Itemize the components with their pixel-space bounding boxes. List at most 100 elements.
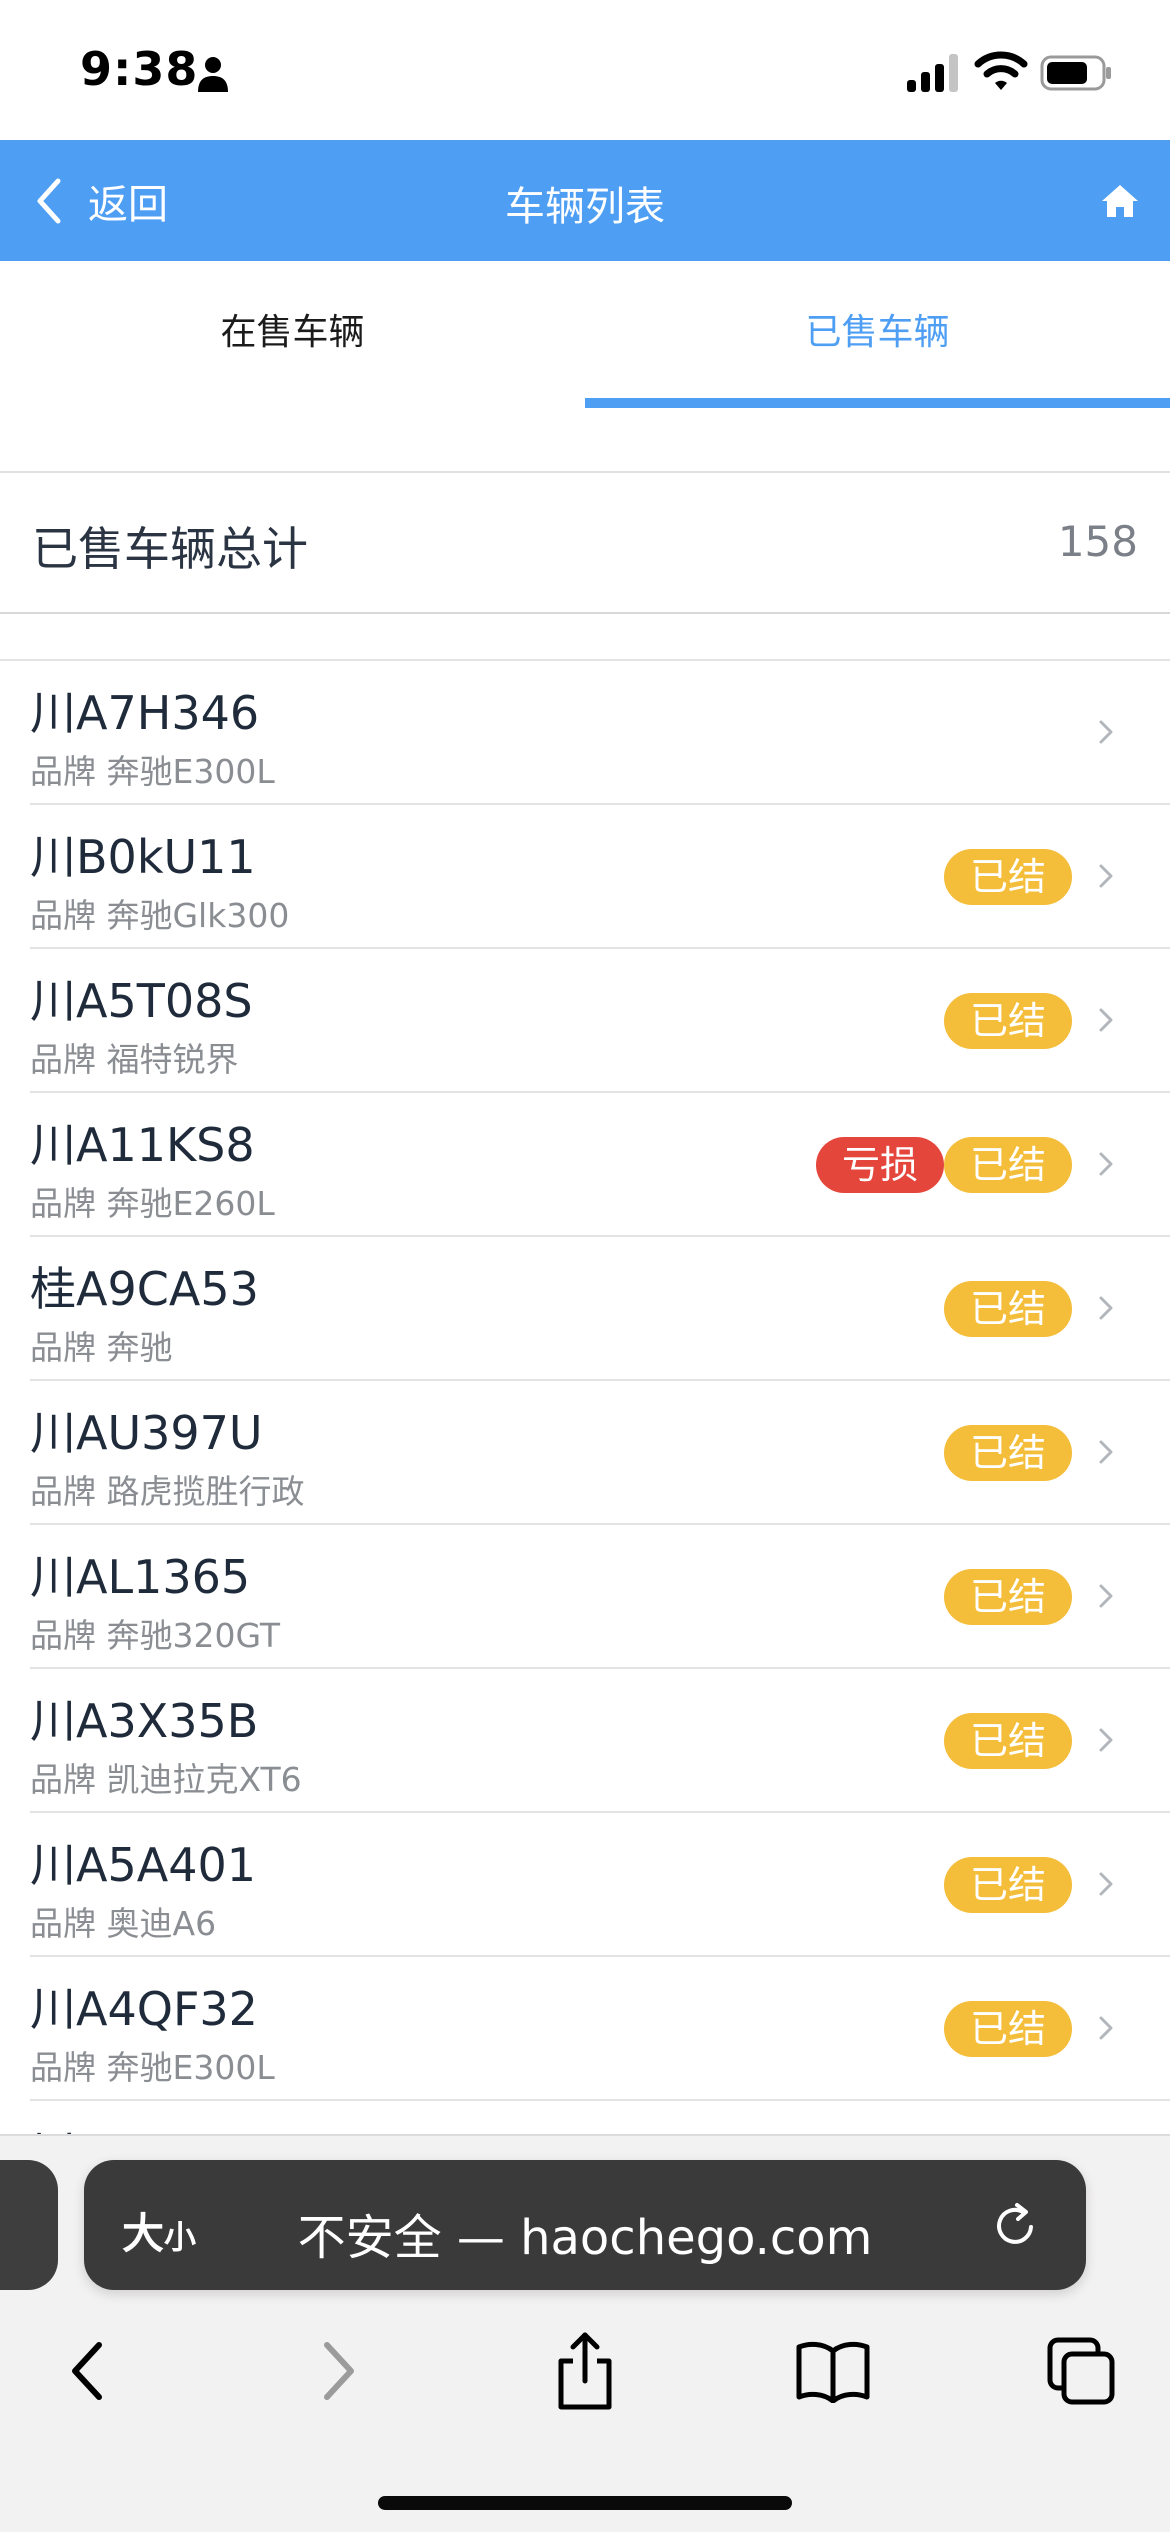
chevron-right-icon bbox=[1099, 1872, 1113, 1896]
tab-sold-label: 已售车辆 bbox=[805, 312, 950, 353]
person-icon bbox=[198, 57, 228, 92]
car-list: 川A7H346 品牌 奔驰E300L 川B0kU11 品牌 奔驰Glk300 已结 川A5… bbox=[0, 659, 1170, 2134]
car-plate: 川A4QF32 bbox=[30, 1982, 258, 2036]
car-list-item[interactable]: 川KVQ259 bbox=[30, 2101, 1170, 2134]
chevron-right-icon bbox=[1099, 1008, 1113, 1032]
car-brand: 品牌 奥迪A6 bbox=[30, 1904, 217, 1943]
status-badges: 已结 bbox=[943, 993, 1072, 1049]
address-text: 不安全 — haochego.com bbox=[297, 2210, 873, 2266]
settled-badge: 已结 bbox=[943, 1137, 1072, 1193]
tab-bar: 在售车辆 已售车辆 bbox=[0, 261, 1170, 409]
chevron-left-icon bbox=[37, 178, 61, 224]
car-brand: 品牌 奔驰Glk300 bbox=[30, 896, 290, 935]
settled-badge: 已结 bbox=[943, 1713, 1072, 1769]
car-list-item[interactable]: 桂A9CA53 品牌 奔驰 已结 bbox=[30, 1237, 1170, 1381]
car-brand: 品牌 奔驰E300L bbox=[30, 2048, 275, 2087]
car-list-item[interactable]: 川AU397U 品牌 路虎揽胜行政 已结 bbox=[30, 1381, 1170, 1525]
status-badges: 亏损 已结 bbox=[815, 1137, 1072, 1193]
settled-badge: 已结 bbox=[943, 1569, 1072, 1625]
settled-badge: 已结 bbox=[943, 1281, 1072, 1337]
car-list-item[interactable]: 川A3X35B 品牌 凯迪拉克XT6 已结 bbox=[30, 1669, 1170, 1813]
text-size-big: 大 bbox=[122, 2209, 165, 2258]
car-list-item[interactable]: 川AL1365 品牌 奔驰320GT 已结 bbox=[30, 1525, 1170, 1669]
car-list-item[interactable]: 川A4QF32 品牌 奔驰E300L 已结 bbox=[30, 1957, 1170, 2101]
chevron-right-icon bbox=[1099, 2016, 1113, 2040]
browser-toolbar: 大小 不安全 — haochego.com bbox=[0, 2134, 1170, 2532]
share-button[interactable] bbox=[540, 2326, 630, 2416]
car-list-item[interactable]: 川A5A401 品牌 奥迪A6 已结 bbox=[30, 1813, 1170, 1957]
tab-on-sale[interactable]: 在售车辆 bbox=[0, 261, 585, 409]
car-brand: 品牌 奔驰 bbox=[30, 1328, 173, 1367]
page-title: 车辆列表 bbox=[505, 184, 665, 230]
chevron-right-icon bbox=[1099, 1584, 1113, 1608]
car-list-item[interactable]: 川A5T08S 品牌 福特锐界 已结 bbox=[30, 949, 1170, 1093]
car-plate: 川A5A401 bbox=[30, 1838, 257, 1892]
car-brand: 品牌 凯迪拉克XT6 bbox=[30, 1760, 302, 1799]
browser-back-button[interactable] bbox=[42, 2326, 132, 2416]
previous-tab-preview[interactable] bbox=[0, 2160, 58, 2290]
status-bar: 9:38 bbox=[0, 0, 1170, 140]
settled-badge: 已结 bbox=[943, 1857, 1072, 1913]
bookmarks-button[interactable] bbox=[788, 2326, 878, 2416]
text-size-button[interactable]: 大小 bbox=[122, 2200, 196, 2261]
car-plate: 川AU397U bbox=[30, 1406, 263, 1460]
back-button[interactable]: 返回 bbox=[32, 168, 168, 234]
car-list-item[interactable]: 川A7H346 品牌 奔驰E300L bbox=[30, 661, 1170, 805]
car-plate: 川A3X35B bbox=[30, 1694, 259, 1748]
loss-badge: 亏损 bbox=[815, 1137, 944, 1193]
car-plate: 川AL1365 bbox=[30, 1550, 251, 1604]
settled-badge: 已结 bbox=[943, 1425, 1072, 1481]
car-brand: 品牌 奔驰320GT bbox=[30, 1616, 281, 1655]
sold-total-label: 已售车辆总计 bbox=[32, 522, 308, 576]
settled-badge: 已结 bbox=[943, 993, 1072, 1049]
status-badges: 已结 bbox=[943, 1713, 1072, 1769]
share-icon bbox=[558, 2332, 612, 2410]
car-brand: 品牌 路虎揽胜行政 bbox=[30, 1472, 305, 1511]
chevron-right-icon bbox=[1099, 1152, 1113, 1176]
car-list-item[interactable]: 川A11KS8 品牌 奔驰E260L 亏损 已结 bbox=[30, 1093, 1170, 1237]
chevron-right-icon bbox=[1099, 1728, 1113, 1752]
active-tab-indicator bbox=[585, 398, 1170, 408]
status-time: 9:38 bbox=[80, 42, 199, 96]
signal-icon bbox=[907, 54, 958, 92]
home-indicator bbox=[378, 2496, 792, 2510]
status-badges: 已结 bbox=[943, 1857, 1072, 1913]
address-bar[interactable]: 大小 不安全 — haochego.com bbox=[84, 2160, 1086, 2290]
back-label: 返回 bbox=[88, 182, 168, 228]
tab-sold[interactable]: 已售车辆 bbox=[585, 261, 1170, 409]
car-plate: 川A7H346 bbox=[30, 686, 260, 740]
battery-icon bbox=[1040, 55, 1111, 91]
settled-badge: 已结 bbox=[943, 849, 1072, 905]
status-badges: 已结 bbox=[943, 1425, 1072, 1481]
chevron-right-icon bbox=[1099, 720, 1113, 744]
status-badges: 已结 bbox=[943, 849, 1072, 905]
chevron-right-icon bbox=[1099, 864, 1113, 888]
sold-total-row: 已售车辆总计 158 bbox=[0, 471, 1170, 614]
tab-on-sale-label: 在售车辆 bbox=[220, 312, 365, 353]
tabs-icon bbox=[1047, 2337, 1115, 2405]
car-plate: 川B0kU11 bbox=[30, 830, 256, 884]
car-plate: 桂A9CA53 bbox=[30, 1262, 259, 1316]
reload-icon[interactable] bbox=[990, 2200, 1040, 2250]
tabs-button[interactable] bbox=[1036, 2326, 1126, 2416]
car-list-item[interactable]: 川B0kU11 品牌 奔驰Glk300 已结 bbox=[30, 805, 1170, 949]
car-plate: 川KVQ259 bbox=[30, 2117, 262, 2134]
home-icon[interactable] bbox=[1100, 181, 1140, 221]
chevron-right-icon bbox=[1099, 1440, 1113, 1464]
nav-bar: 返回 车辆列表 bbox=[0, 140, 1170, 261]
car-brand: 品牌 奔驰E260L bbox=[30, 1184, 275, 1223]
wifi-icon bbox=[974, 51, 1028, 90]
settled-badge: 已结 bbox=[943, 2001, 1072, 2057]
status-badges: 已结 bbox=[943, 1281, 1072, 1337]
sold-total-count: 158 bbox=[1057, 517, 1138, 566]
browser-forward-button[interactable] bbox=[294, 2326, 384, 2416]
car-brand: 品牌 福特锐界 bbox=[30, 1040, 239, 1079]
status-badges: 已结 bbox=[943, 2001, 1072, 2057]
status-badges: 已结 bbox=[943, 1569, 1072, 1625]
book-icon bbox=[796, 2341, 870, 2403]
car-plate: 川A11KS8 bbox=[30, 1118, 255, 1172]
chevron-right-icon bbox=[1099, 1296, 1113, 1320]
car-plate: 川A5T08S bbox=[30, 974, 253, 1028]
text-size-small: 小 bbox=[164, 2218, 197, 2256]
chevron-right-icon bbox=[324, 2342, 354, 2400]
